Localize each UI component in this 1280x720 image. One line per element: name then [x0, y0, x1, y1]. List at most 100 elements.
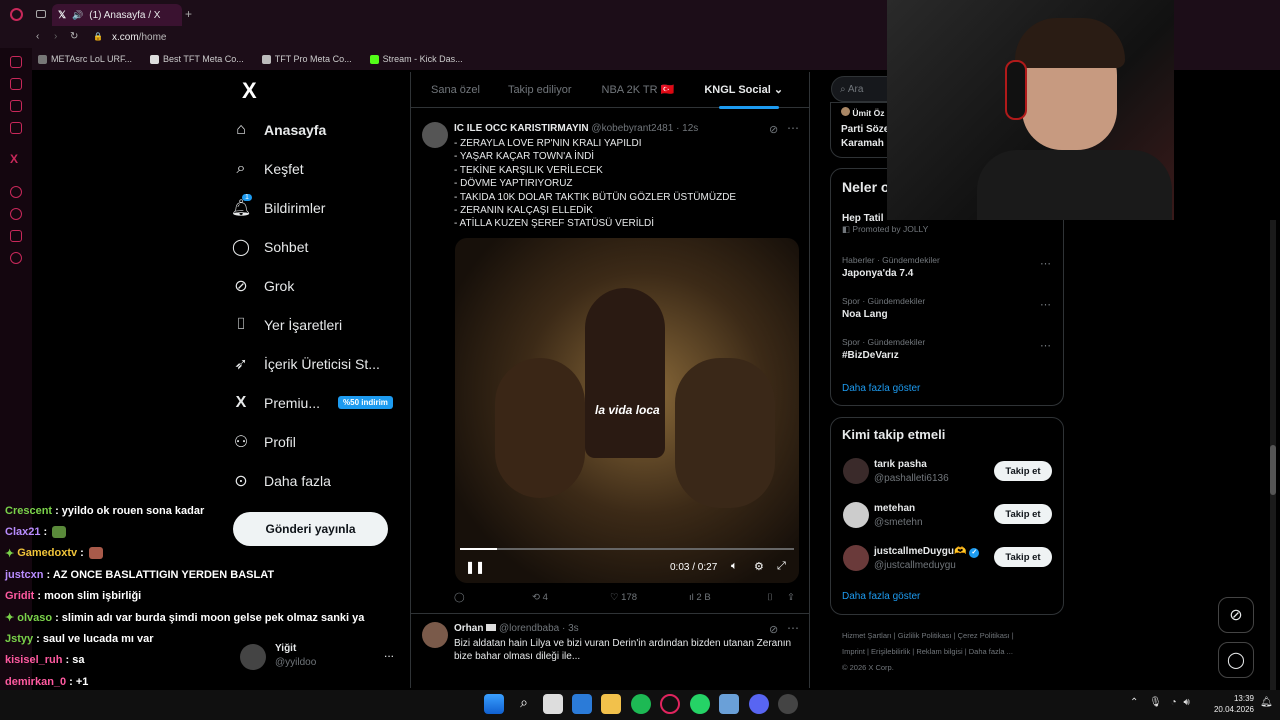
footer-link[interactable]: Imprint — [842, 647, 865, 656]
forward-icon[interactable]: › — [54, 31, 57, 42]
fullscreen-icon[interactable]: ⤢ — [777, 560, 786, 573]
follow-name[interactable]: metehan — [874, 503, 915, 514]
search-input[interactable]: ⌕ Ara — [831, 76, 891, 102]
whatsapp-icon[interactable] — [690, 694, 710, 714]
clock[interactable]: 13:39 20.04.2026 — [1210, 693, 1254, 715]
pause-icon[interactable]: ❚❚ — [465, 560, 485, 574]
obs-icon[interactable] — [778, 694, 798, 714]
extensions-icon[interactable] — [10, 230, 22, 242]
notification-bell-icon[interactable]: 🔔︎ — [1260, 697, 1273, 708]
speaker-icon[interactable]: 🔊 — [72, 10, 83, 21]
nav-creator-studio[interactable]: ➶ İçerik Üreticisi St... — [232, 344, 410, 383]
player-icon[interactable] — [10, 186, 22, 198]
more-icon[interactable]: ⋯ — [787, 121, 799, 135]
share-icon[interactable]: ⇪ — [787, 592, 795, 603]
more-icon[interactable]: ⋯ — [1040, 257, 1051, 270]
back-icon[interactable]: ‹ — [36, 31, 39, 42]
show-more-link[interactable]: Daha fazla göster — [842, 383, 920, 394]
store-icon[interactable] — [543, 694, 563, 714]
windows-start-icon[interactable] — [484, 694, 504, 714]
history-icon[interactable] — [10, 208, 22, 220]
tweet-avatar[interactable] — [422, 122, 448, 148]
more-icon[interactable]: ⋯ — [1040, 339, 1051, 352]
nav-notifications[interactable]: 🔔︎ 1 Bildirimler — [231, 188, 410, 227]
mail-icon[interactable] — [572, 694, 592, 714]
nav-premium[interactable]: X Premiu... %50 indirim — [232, 383, 410, 422]
search-icon[interactable]: ⌕ — [514, 694, 534, 714]
nav-home[interactable]: ⌂ Anasayfa — [232, 110, 410, 149]
volume-icon[interactable]: 🔈︎ — [731, 560, 738, 573]
bookmark-tft-pro[interactable]: TFT Pro Meta Co... — [261, 54, 352, 64]
video-settings-icon[interactable]: ⚙ — [754, 560, 764, 573]
show-more-link[interactable]: Daha fazla göster — [842, 591, 920, 602]
new-tab-button[interactable]: + — [185, 7, 192, 21]
chevron-up-icon[interactable]: ⌃ — [1130, 697, 1138, 708]
trend-item[interactable]: Spor · Gündemdekiler Noa Lang ⋯ — [842, 296, 1054, 326]
settings-icon[interactable] — [10, 252, 22, 264]
reply-icon[interactable]: ◯ — [454, 592, 465, 603]
x-sidebar-icon[interactable]: X — [10, 152, 18, 166]
aria-icon[interactable] — [10, 56, 22, 68]
x-logo-icon[interactable]: X — [242, 78, 257, 104]
footer-link[interactable]: Reklam bilgisi — [916, 647, 962, 656]
tweet-author[interactable]: IC ILE OCC KARISTIRMAYIN — [454, 123, 589, 134]
wifi-icon[interactable]: ◔ — [1171, 697, 1177, 708]
discord-icon[interactable] — [749, 694, 769, 714]
nav-profile[interactable]: ⚇ Profil — [232, 422, 410, 461]
video-player[interactable]: la vida loca ❚❚ 0:03 / 0:27 🔈︎ ⚙ ⤢ — [455, 238, 799, 583]
follow-button[interactable]: Takip et — [994, 547, 1052, 567]
bookmark-metasrc[interactable]: METAsrc LoL URF... — [38, 54, 132, 64]
trend-item[interactable]: Spor · Gündemdekiler #BizDeVarız ⋯ — [842, 337, 1054, 367]
footer-link[interactable]: Daha fazla ... — [969, 647, 1013, 656]
trend-item[interactable]: Haberler · Gündemdekiler Japonya'da 7.4 … — [842, 255, 1054, 285]
avatar[interactable] — [843, 502, 869, 528]
scrollbar[interactable] — [1270, 220, 1276, 690]
tab-nba2k[interactable]: NBA 2K TR 🇹🇷 — [582, 83, 685, 96]
grok-icon[interactable]: ⊘ — [769, 623, 778, 636]
tweet-handle[interactable]: @kobebyrant2481 · 12s — [591, 123, 698, 134]
tweet-handle[interactable]: @lorendbaba · 3s — [499, 623, 579, 634]
tab-following[interactable]: Takip ediliyor — [490, 84, 582, 96]
footer-link[interactable]: Gizlilik Politikası — [898, 631, 952, 640]
footer-link[interactable]: Erişilebilirlik — [871, 647, 910, 656]
nav-more[interactable]: ⊙ Daha fazla — [232, 461, 410, 500]
reload-icon[interactable]: ↻ — [70, 31, 78, 42]
media-icon[interactable] — [10, 122, 22, 134]
tab-overview-icon[interactable] — [36, 10, 46, 18]
tab-for-you[interactable]: Sana özel — [411, 84, 490, 96]
twitch-icon[interactable] — [10, 100, 22, 112]
tab-kngl-social[interactable]: KNGL Social ⌄ — [684, 83, 793, 96]
more-icon[interactable]: ... — [384, 646, 394, 660]
nav-grok[interactable]: ⊘ Grok — [232, 266, 410, 305]
scrollbar-thumb[interactable] — [1270, 445, 1276, 495]
nav-bookmarks[interactable]: ⌷ Yer İşaretleri — [232, 305, 410, 344]
messages-fab-button[interactable]: ◯ — [1218, 642, 1254, 678]
nav-explore[interactable]: ⌕ Keşfet — [232, 149, 410, 188]
url-field[interactable]: x.com/home — [112, 32, 166, 43]
tweet-avatar[interactable] — [422, 622, 448, 648]
opera-logo-icon[interactable] — [10, 8, 23, 21]
microphone-icon[interactable]: 🎙︎ — [1149, 697, 1162, 708]
follow-name[interactable]: tarık pasha — [874, 459, 927, 470]
grok-icon[interactable]: ⊘ — [769, 123, 778, 136]
footer-link[interactable]: Hizmet Şartları — [842, 631, 892, 640]
messenger-icon[interactable] — [10, 78, 22, 90]
nav-chat[interactable]: ◯ Sohbet — [232, 227, 410, 266]
grok-fab-button[interactable]: ⊘ — [1218, 597, 1254, 633]
network-app-icon[interactable] — [719, 694, 739, 714]
follow-button[interactable]: Takip et — [994, 461, 1052, 481]
bookmark-icon[interactable]: ⌷ — [767, 592, 773, 603]
footer-link[interactable]: Çerez Politikası — [958, 631, 1010, 640]
file-explorer-icon[interactable] — [601, 694, 621, 714]
tweet-author[interactable]: Orhan — [454, 623, 483, 634]
opera-gx-icon[interactable] — [660, 694, 680, 714]
avatar[interactable] — [843, 458, 869, 484]
volume-icon[interactable]: 🔊︎ — [1183, 697, 1189, 708]
browser-tab[interactable]: 𝕏 🔊 (1) Anasayfa / X — [52, 4, 182, 26]
bookmark-kick[interactable]: Stream - Kick Das... — [369, 54, 463, 64]
retweet-button[interactable]: ⟲ 4 — [532, 592, 548, 603]
promo-card[interactable]: Ümit Öz Parti Söze Karamah — [830, 102, 889, 158]
video-progress-track[interactable] — [460, 548, 794, 550]
account-switcher[interactable]: Yiğit @yyildoo ... — [240, 642, 400, 672]
more-icon[interactable]: ⋯ — [787, 621, 799, 635]
